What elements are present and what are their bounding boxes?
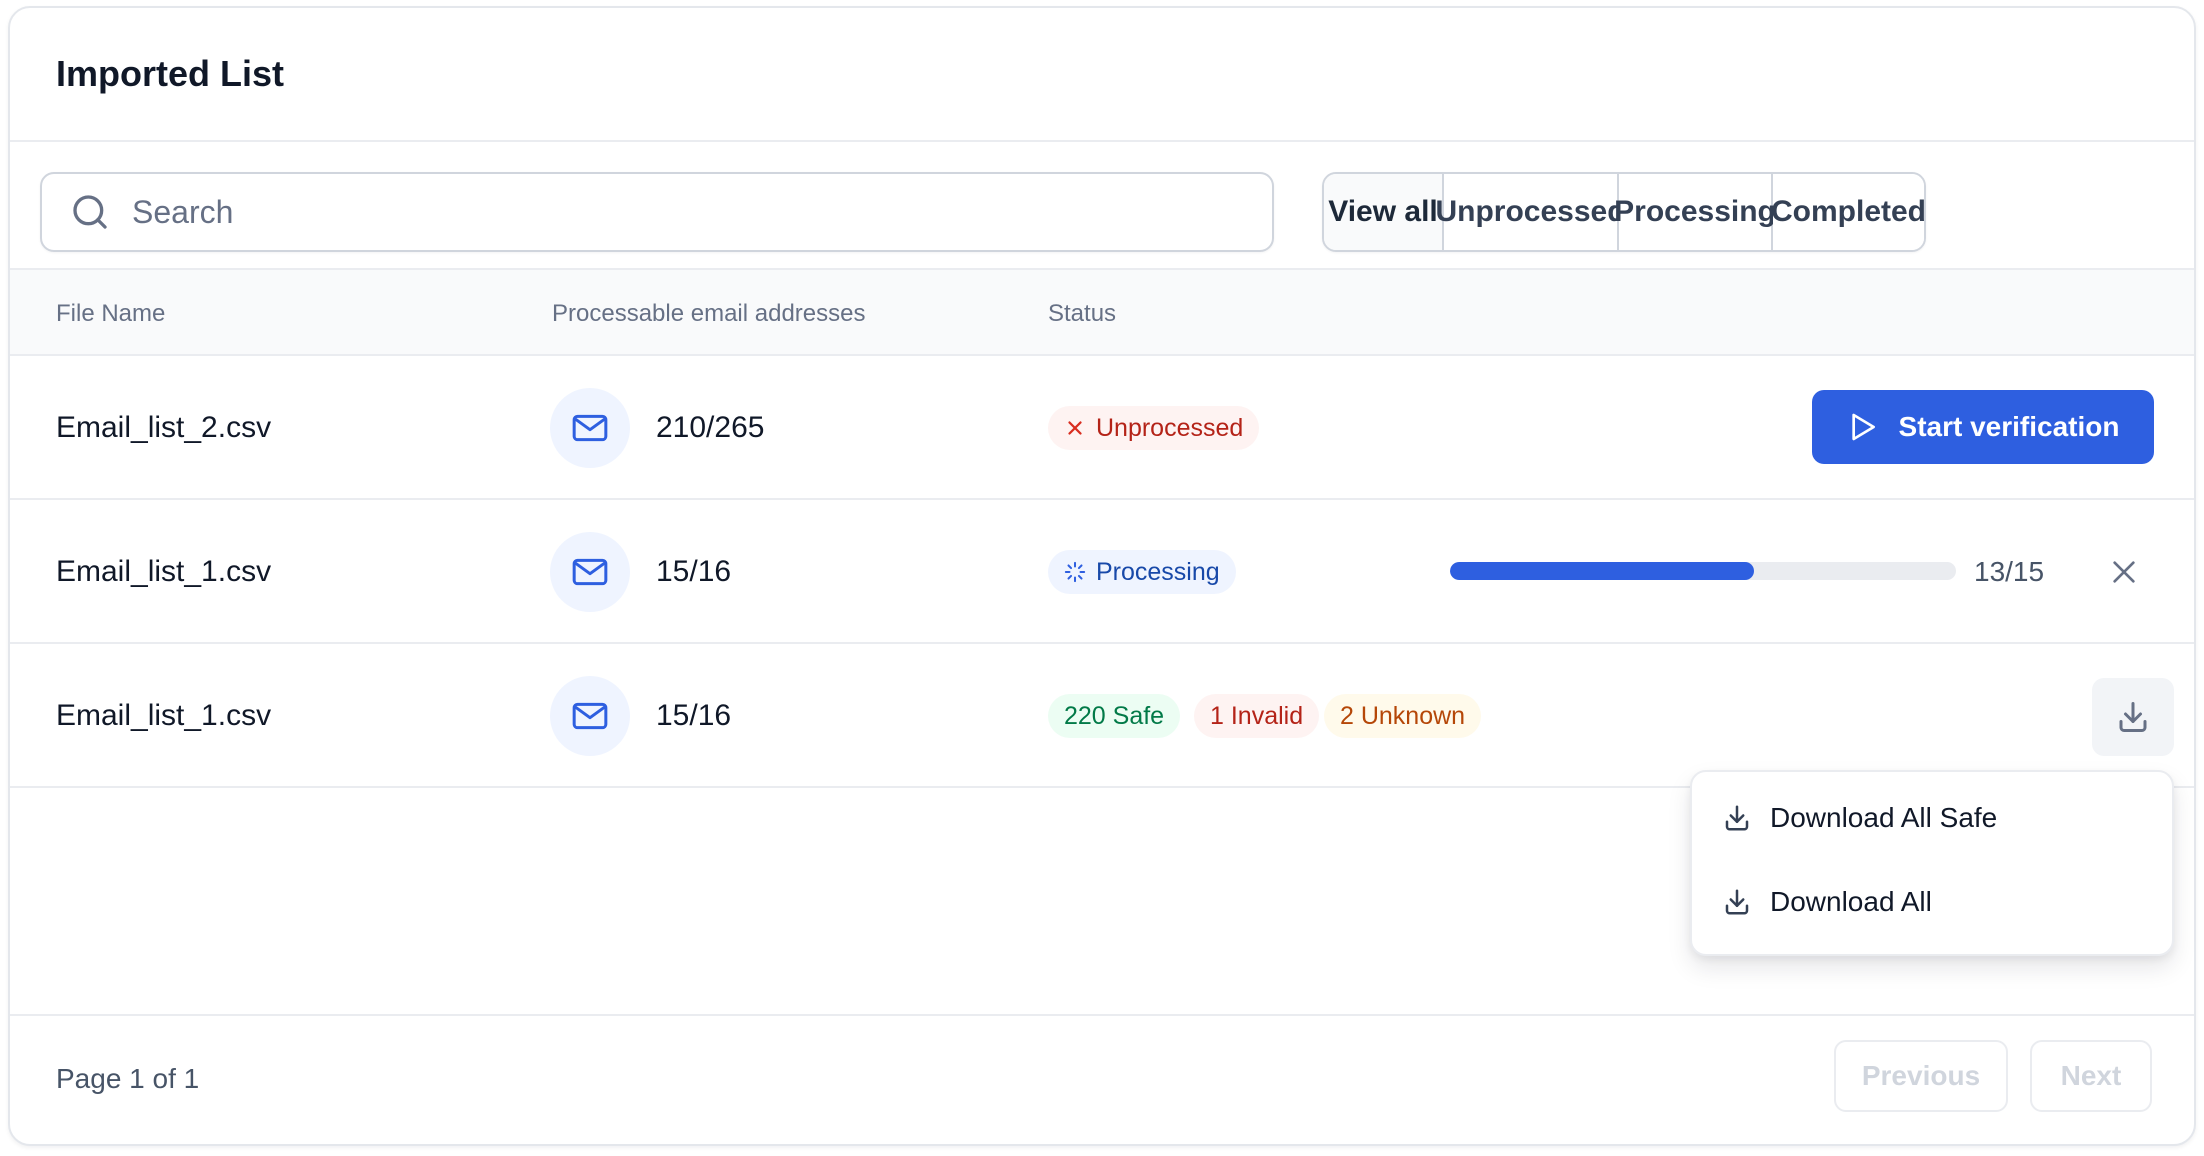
download-all-label: Download All bbox=[1770, 886, 1932, 917]
previous-button[interactable]: Previous bbox=[1834, 1040, 2008, 1112]
mail-icon-wrap bbox=[550, 388, 630, 468]
progress-bar bbox=[1450, 562, 1956, 580]
close-icon bbox=[2113, 561, 2135, 583]
cancel-processing-button[interactable] bbox=[2102, 550, 2146, 594]
table-row: Email_list_1.csv 15/16 Processing 13/15 bbox=[10, 500, 2194, 644]
email-count: 15/16 bbox=[656, 555, 732, 588]
card-header: Imported List bbox=[10, 8, 2194, 142]
email-count: 210/265 bbox=[656, 411, 765, 444]
filter-processing[interactable]: Processing bbox=[1614, 174, 1776, 250]
start-verification-button[interactable]: Start verification bbox=[1812, 390, 2154, 464]
imported-list-card: Imported List View all Unprocessed Proce… bbox=[8, 6, 2196, 1146]
page-info: Page 1 of 1 bbox=[56, 1063, 200, 1094]
filter-completed[interactable]: Completed bbox=[1771, 174, 1924, 250]
table-row: Email_list_1.csv 15/16 220 Safe 1 Invali… bbox=[10, 644, 2194, 788]
download-icon bbox=[2119, 702, 2147, 732]
download-all-item[interactable]: Download All bbox=[1722, 872, 1932, 932]
start-verification-label: Start verification bbox=[1898, 411, 2120, 442]
progress-text: 13/15 bbox=[1974, 556, 2045, 587]
spinner-icon bbox=[1064, 561, 1086, 583]
mail-icon bbox=[572, 702, 608, 730]
file-name: Email_list_2.csv bbox=[56, 411, 272, 444]
search-box[interactable] bbox=[40, 172, 1274, 252]
download-all-safe-label: Download All Safe bbox=[1770, 802, 1998, 833]
file-name: Email_list_1.csv bbox=[56, 699, 272, 732]
status-badge: Unprocessed bbox=[1048, 406, 1260, 450]
filter-unprocessed[interactable]: Unprocessed bbox=[1435, 174, 1626, 250]
download-icon bbox=[1725, 889, 1749, 915]
file-name: Email_list_1.csv bbox=[56, 555, 272, 588]
mail-icon bbox=[572, 558, 608, 586]
download-button[interactable] bbox=[2092, 678, 2174, 756]
status-badge: Processing bbox=[1048, 550, 1236, 594]
next-button[interactable]: Next bbox=[2030, 1040, 2152, 1112]
table-row: Email_list_2.csv 210/265 Unprocessed Sta… bbox=[10, 356, 2194, 500]
progress-fill bbox=[1450, 562, 1754, 580]
page-title: Imported List bbox=[56, 53, 285, 94]
column-emails: Processable email addresses bbox=[552, 300, 866, 327]
search-icon bbox=[73, 195, 107, 229]
mail-icon-wrap bbox=[550, 676, 630, 756]
table-header: File Name Processable email addresses St… bbox=[10, 268, 2194, 356]
status-filter-group: View all Unprocessed Processing Complete… bbox=[1322, 172, 1926, 252]
status-label: Processing bbox=[1096, 557, 1220, 586]
unknown-badge: 2 Unknown bbox=[1324, 694, 1482, 738]
toolbar: View all Unprocessed Processing Complete… bbox=[10, 142, 2194, 268]
invalid-badge: 1 Invalid bbox=[1194, 694, 1320, 738]
play-icon bbox=[1851, 413, 1875, 441]
column-status: Status bbox=[1048, 300, 1117, 327]
status-label: Unprocessed bbox=[1096, 413, 1244, 442]
mail-icon bbox=[572, 414, 608, 442]
search-input[interactable] bbox=[130, 192, 1234, 232]
download-all-safe-item[interactable]: Download All Safe bbox=[1722, 788, 1997, 848]
email-count: 15/16 bbox=[656, 699, 732, 732]
mail-icon-wrap bbox=[550, 532, 630, 612]
filter-view-all[interactable]: View all bbox=[1324, 174, 1444, 250]
safe-badge: 220 Safe bbox=[1048, 694, 1181, 738]
download-dropdown: Download All Safe Download All bbox=[1690, 770, 2174, 956]
pagination-footer: Page 1 of 1 Previous Next bbox=[10, 1014, 2194, 1144]
x-icon bbox=[1068, 421, 1082, 435]
column-file-name: File Name bbox=[56, 300, 166, 327]
download-icon bbox=[1725, 805, 1749, 831]
